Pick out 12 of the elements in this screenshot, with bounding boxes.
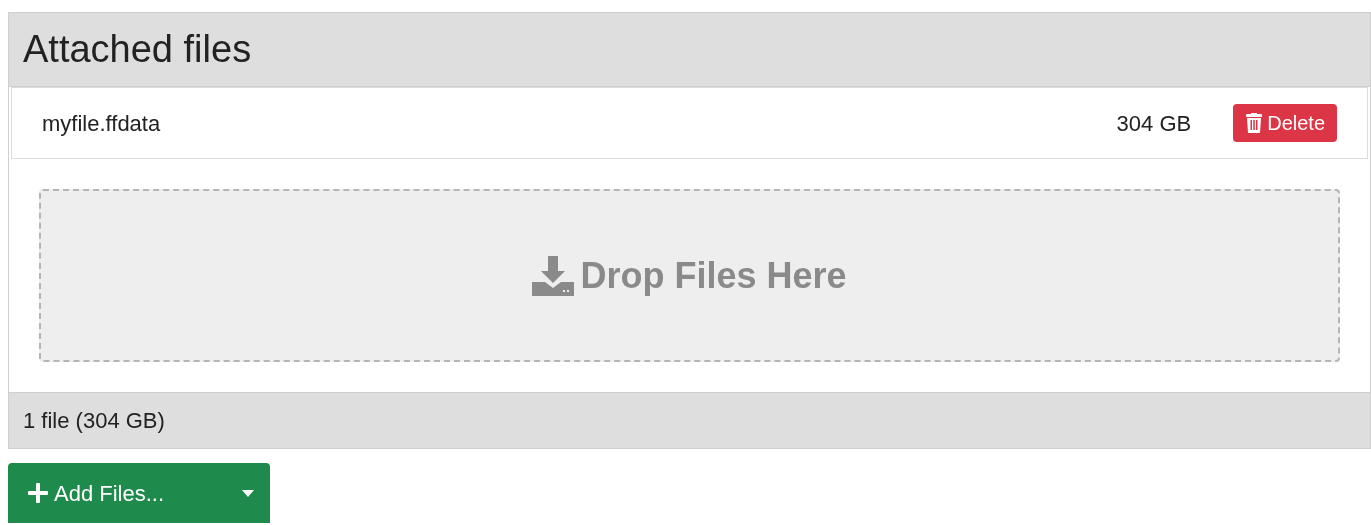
delete-button[interactable]: Delete [1233,104,1337,142]
file-summary: 1 file (304 GB) [23,407,165,435]
file-name: myfile.ffdata [42,109,162,138]
trash-icon [1245,113,1264,133]
drop-zone[interactable]: Drop Files Here [39,189,1340,362]
panel-title: Attached files [23,27,252,72]
download-icon [532,255,575,296]
caret-icon [242,489,254,497]
drop-label: Drop Files Here [580,253,847,298]
add-files-button[interactable]: Add Files... [8,463,270,523]
plus-icon [28,483,48,503]
file-size: 304 GB [1116,109,1192,138]
